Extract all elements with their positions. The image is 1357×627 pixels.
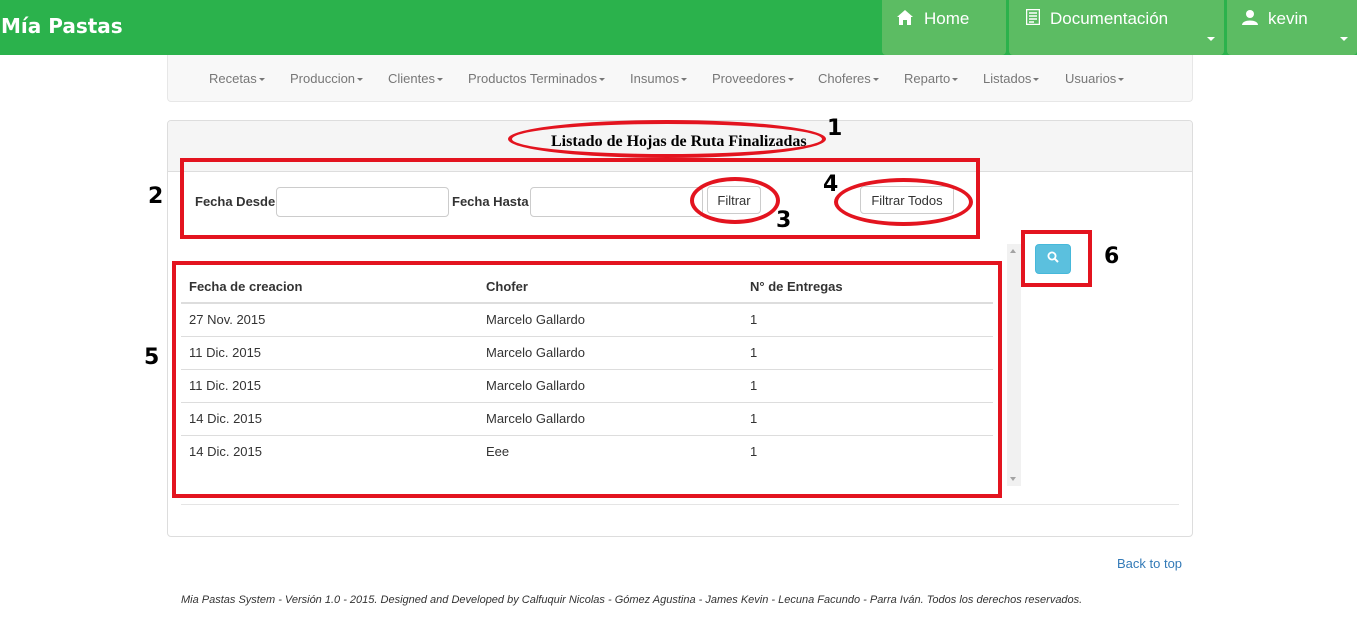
menu-item-proveedores[interactable]: Proveedores: [712, 71, 794, 86]
table-scrollbar[interactable]: [1007, 244, 1021, 486]
menu-item-label: Listados: [983, 71, 1032, 86]
menu-item-label: Insumos: [630, 71, 680, 86]
menu-item-label: Usuarios: [1065, 71, 1117, 86]
menu-item-listados[interactable]: Listados: [983, 71, 1040, 86]
brand-logo-text[interactable]: Mía Pastas: [1, 14, 123, 38]
menu-item-productos-terminados[interactable]: Productos Terminados: [468, 71, 606, 86]
menu-item-label: Choferes: [818, 71, 871, 86]
annotation-ellipse-filtrar-todos: [834, 178, 973, 226]
nav-home-label: Home: [924, 9, 970, 28]
annotation-box-table: [172, 261, 1002, 498]
scroll-down-arrow-icon[interactable]: [1010, 477, 1016, 481]
annotation-number-5: 5: [144, 345, 160, 370]
annotation-number-4: 4: [823, 172, 839, 197]
document-icon: [1026, 9, 1040, 25]
annotation-box-search: [1021, 230, 1092, 287]
menu-item-label: Recetas: [209, 71, 257, 86]
menu-item-label: Clientes: [388, 71, 435, 86]
caret-down-icon: [258, 78, 265, 82]
menu-item-label: Proveedores: [712, 71, 786, 86]
annotation-ellipse-filtrar: [690, 177, 780, 224]
annotation-number-3: 3: [776, 208, 792, 233]
footer-text: Mia Pastas System - Versión 1.0 - 2015. …: [181, 594, 1083, 606]
caret-down-icon: [1033, 78, 1040, 82]
caret-down-icon: [436, 78, 443, 82]
caret-down-icon: [872, 78, 879, 82]
menu-item-insumos[interactable]: Insumos: [630, 71, 688, 86]
caret-down-icon: [681, 78, 688, 82]
user-icon: [1242, 9, 1258, 25]
nav-home-button[interactable]: Home: [882, 0, 1006, 55]
nav-user-button[interactable]: kevin: [1227, 0, 1357, 55]
menu-item-label: Reparto: [904, 71, 951, 86]
menu-item-choferes[interactable]: Choferes: [818, 71, 879, 86]
caret-down-icon: [952, 78, 959, 82]
back-to-top-link[interactable]: Back to top: [1117, 556, 1182, 571]
divider: [181, 504, 1179, 505]
top-navbar: Mía Pastas Home Documentación kevin: [0, 0, 1357, 55]
caret-down-icon: [357, 78, 364, 82]
home-icon: [896, 9, 914, 26]
menu-item-label: Productos Terminados: [468, 71, 598, 86]
caret-down-icon: [787, 78, 794, 82]
caret-down-icon: [599, 78, 606, 82]
nav-user-label: kevin: [1268, 9, 1308, 28]
main-menu-bar: Recetas Produccion Clientes Productos Te…: [167, 55, 1193, 102]
annotation-number-6: 6: [1104, 244, 1120, 269]
caret-down-icon: [1118, 78, 1125, 82]
nav-documentation-label: Documentación: [1050, 9, 1169, 28]
menu-item-clientes[interactable]: Clientes: [388, 71, 443, 86]
annotation-number-2: 2: [148, 184, 164, 209]
annotation-number-1: 1: [827, 116, 843, 141]
menu-item-recetas[interactable]: Recetas: [209, 71, 265, 86]
scroll-up-arrow-icon[interactable]: [1010, 249, 1016, 253]
menu-item-label: Produccion: [290, 71, 356, 86]
menu-item-usuarios[interactable]: Usuarios: [1065, 71, 1125, 86]
menu-item-reparto[interactable]: Reparto: [904, 71, 959, 86]
menu-item-produccion[interactable]: Produccion: [290, 71, 364, 86]
nav-documentation-button[interactable]: Documentación: [1009, 0, 1224, 55]
annotation-ellipse-title: [508, 120, 826, 158]
chevron-down-icon: [1207, 37, 1215, 41]
chevron-down-icon: [1340, 37, 1348, 41]
